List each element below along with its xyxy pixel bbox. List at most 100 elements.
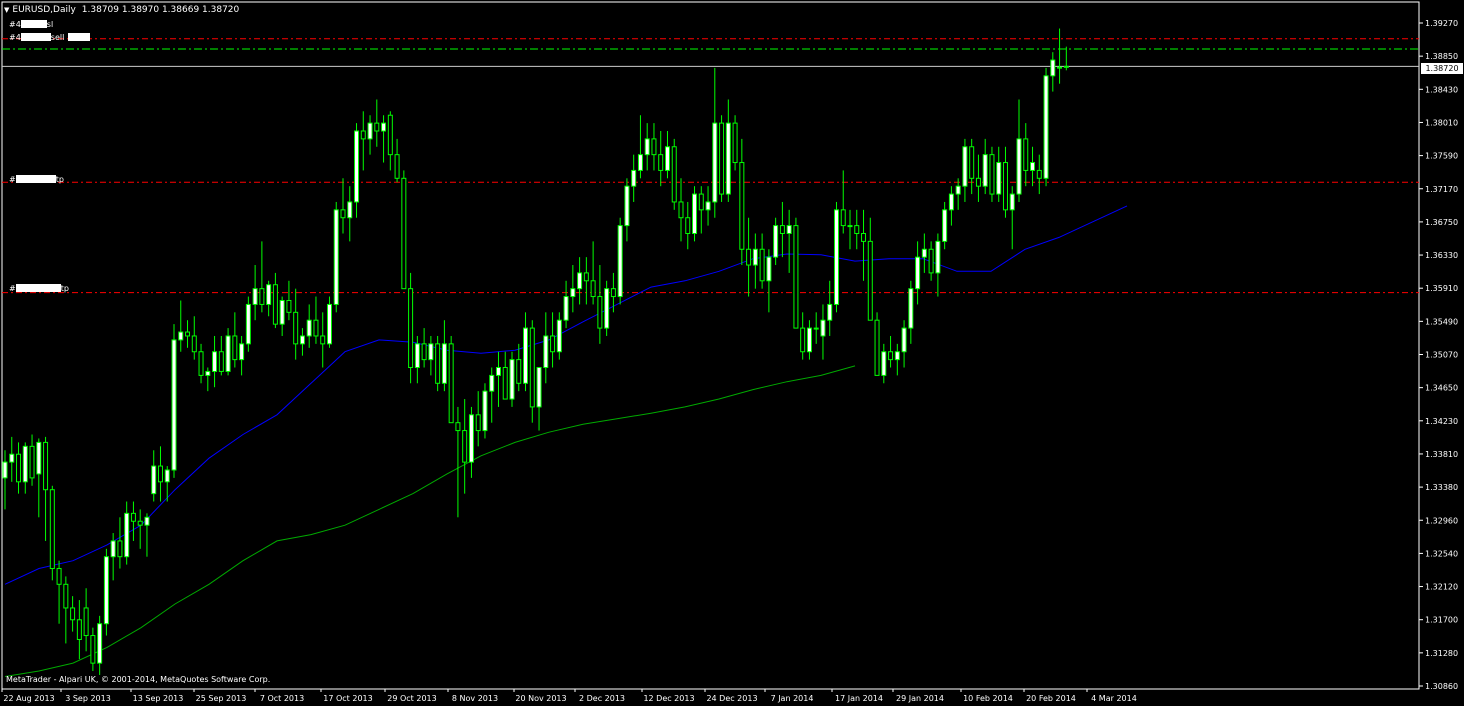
candle-body bbox=[455, 422, 461, 432]
candle-body bbox=[103, 556, 109, 625]
candle-body bbox=[475, 414, 481, 432]
candle-body bbox=[408, 288, 414, 369]
x-tick-label: 17 Jan 2014 bbox=[835, 694, 883, 703]
candle-body bbox=[347, 201, 353, 219]
candle-body bbox=[124, 512, 130, 558]
candle-body bbox=[516, 359, 522, 384]
candle-body bbox=[495, 367, 501, 376]
candle-body bbox=[779, 225, 785, 234]
candle-body bbox=[651, 138, 657, 156]
y-tick-label: 1.38850 bbox=[1425, 52, 1458, 61]
y-tick-label: 1.34230 bbox=[1425, 417, 1458, 426]
candle-body bbox=[259, 288, 265, 305]
candle-body bbox=[502, 367, 508, 400]
candle-body bbox=[306, 319, 312, 337]
candle-body bbox=[1036, 169, 1042, 179]
current-price-tag: 1.38720 bbox=[1421, 63, 1463, 74]
candle-body bbox=[1063, 65, 1069, 68]
candle-body bbox=[1043, 75, 1049, 179]
candle-body bbox=[110, 540, 116, 558]
candle-body bbox=[894, 351, 900, 361]
candle-body bbox=[1030, 162, 1036, 171]
y-tick-label: 1.34650 bbox=[1425, 384, 1458, 393]
y-tick-label: 1.35910 bbox=[1425, 284, 1458, 293]
candle-body bbox=[624, 185, 630, 227]
candle-body bbox=[232, 335, 238, 361]
candle-body bbox=[218, 351, 224, 372]
candle-body bbox=[705, 201, 711, 211]
candle-body bbox=[955, 185, 961, 195]
candle-body bbox=[29, 445, 35, 479]
triangle-down-icon[interactable]: ▼ bbox=[4, 6, 9, 14]
candle-body bbox=[631, 169, 637, 187]
candle-body bbox=[448, 343, 454, 424]
candle-body bbox=[63, 583, 69, 609]
candle-body bbox=[36, 441, 42, 475]
candle-body bbox=[2, 461, 8, 479]
x-tick-label: 13 Sep 2013 bbox=[133, 694, 184, 703]
candle-body bbox=[1023, 138, 1029, 171]
candle-body bbox=[577, 272, 583, 290]
candle-body bbox=[22, 445, 28, 483]
candle-body bbox=[49, 489, 55, 570]
candle-body bbox=[394, 154, 400, 179]
candle-body bbox=[326, 303, 332, 345]
order-label-tp2[interactable]: # tp bbox=[9, 284, 69, 293]
candle-body bbox=[381, 122, 387, 132]
candle-body bbox=[820, 319, 826, 337]
candle-body bbox=[698, 193, 704, 211]
candle-body bbox=[881, 351, 887, 376]
candle-body bbox=[489, 374, 495, 392]
candle-body bbox=[198, 351, 204, 376]
candle-body bbox=[915, 256, 921, 290]
candle-body bbox=[921, 248, 927, 258]
redaction-mask bbox=[20, 33, 51, 41]
candle-body bbox=[435, 343, 441, 384]
candle-body bbox=[543, 335, 549, 369]
order-label-sl[interactable]: #4 sl bbox=[9, 20, 53, 29]
candle-body bbox=[205, 370, 211, 376]
x-tick-label: 24 Dec 2013 bbox=[706, 694, 757, 703]
candle-body bbox=[550, 335, 556, 353]
order-suffix: tp bbox=[55, 175, 64, 184]
candle-body bbox=[786, 225, 792, 234]
candle-body bbox=[813, 327, 819, 330]
candle-body bbox=[975, 177, 981, 187]
candle-body bbox=[962, 146, 968, 187]
candle-body bbox=[678, 201, 684, 219]
x-tick-label: 25 Sep 2013 bbox=[196, 694, 247, 703]
candle-body bbox=[340, 209, 346, 219]
y-tick-label: 1.31700 bbox=[1425, 616, 1458, 625]
x-tick-label: 29 Jan 2014 bbox=[896, 694, 944, 703]
order-label-tp1[interactable]: # tp bbox=[9, 175, 64, 184]
symbol-label: EURUSD,Daily bbox=[12, 5, 76, 15]
candle-body bbox=[644, 138, 650, 156]
candle-body bbox=[374, 122, 380, 132]
candle-body bbox=[610, 288, 616, 298]
candle-body bbox=[421, 343, 427, 361]
ohlc-values: 1.38709 1.38970 1.38669 1.38720 bbox=[81, 5, 240, 15]
price-chart[interactable]: 1.39270 1.38850 1.38430 1.38010 1.37590 1.371… bbox=[0, 0, 1464, 706]
candle-body bbox=[178, 331, 184, 341]
candle-body bbox=[1016, 138, 1022, 195]
candle-body bbox=[266, 284, 272, 305]
candle-body bbox=[617, 225, 623, 298]
x-tick-label: 22 Aug 2013 bbox=[3, 694, 54, 703]
candle-body bbox=[928, 248, 934, 274]
x-tick-label: 10 Feb 2014 bbox=[963, 694, 1013, 703]
candle-body bbox=[83, 607, 89, 637]
candle-body bbox=[252, 288, 258, 305]
candle-body bbox=[590, 280, 596, 298]
candle-body bbox=[299, 335, 305, 345]
candle-body bbox=[685, 217, 691, 234]
x-tick-label: 3 Sep 2013 bbox=[65, 694, 111, 703]
candle-body bbox=[137, 520, 143, 526]
candle-body bbox=[212, 351, 218, 372]
candle-body bbox=[746, 248, 752, 266]
order-label-sell[interactable]: #4 sell bbox=[9, 33, 91, 42]
candle-body bbox=[529, 327, 535, 408]
x-tick-label: 20 Nov 2013 bbox=[515, 694, 566, 703]
y-tick-label: 1.35490 bbox=[1425, 317, 1458, 326]
candle-body bbox=[752, 248, 758, 266]
chart-header: ▼ EURUSD,Daily 1.38709 1.38970 1.38669 1.3… bbox=[4, 5, 239, 15]
